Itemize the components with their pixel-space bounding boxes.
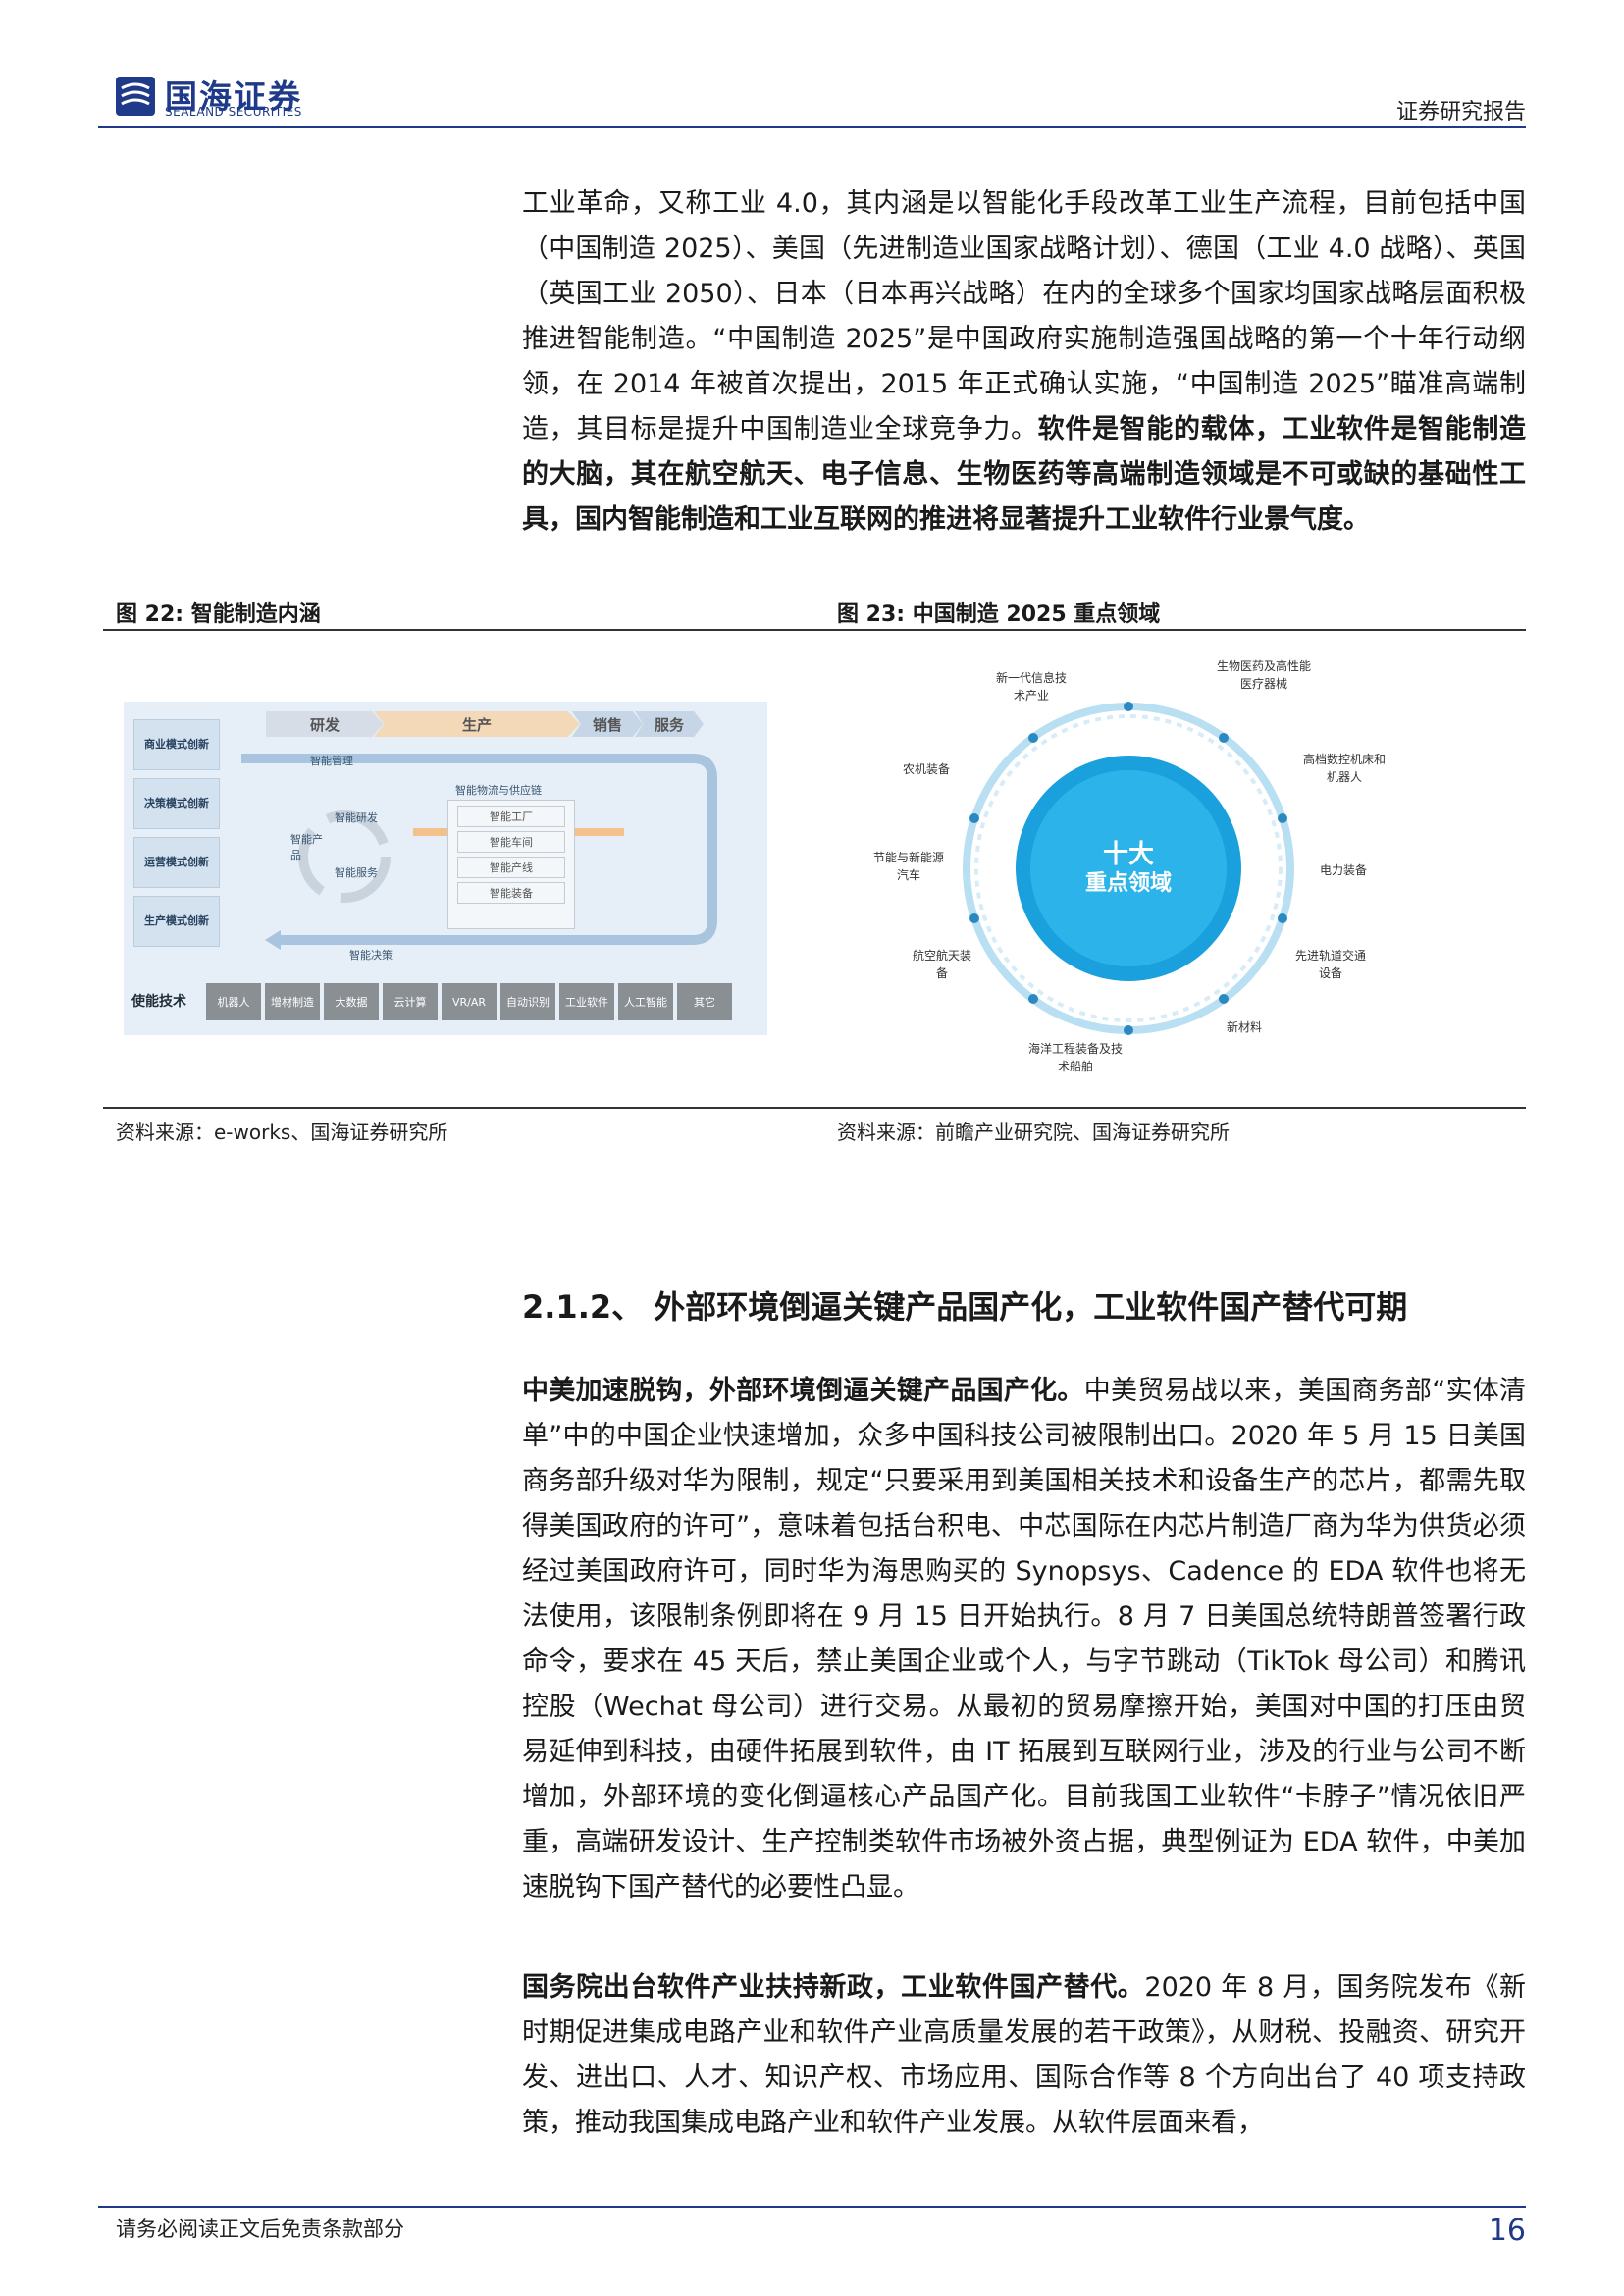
policy-bold-text: 国务院出台软件产业扶持新政，工业软件国产替代。 [522,1972,1145,2003]
row-label: 生产模式创新 [133,896,220,947]
factory-item: 智能产线 [457,857,565,878]
stage-chevron: 销售 [572,711,643,737]
factory-item: 智能车间 [457,831,565,853]
figure23-diagram: 十大 重点领域 新一代信息技术产业 生物医药及高性能医疗器械 高档数控机床和机器… [864,648,1413,1089]
policy-paragraph: 国务院出台软件产业扶持新政，工业软件国产替代。2020 年 8 月，国务院发布《… [522,1965,1526,2146]
tech-item: 机器人 [206,983,261,1020]
figure22-source: 资料来源：e-works、国海证券研究所 [116,1121,448,1144]
tech-label: 使能技术 [131,994,186,1010]
row-label: 商业模式创新 [133,719,220,770]
tech-item: 云计算 [383,983,438,1020]
footer-disclaimer: 请务必阅读正文后免责条款部分 [116,2218,404,2241]
decoupling-bold-text: 中美加速脱钩，外部环境倒逼关键产品国产化。 [522,1376,1084,1406]
tech-item: 自动识别 [500,983,555,1020]
factory-item: 智能工厂 [457,806,565,827]
domain-label: 节能与新能源汽车 [873,851,945,882]
figure22-caption: 图 22: 智能制造内涵 [116,602,321,627]
figure23-caption: 图 23: 中国制造 2025 重点领域 [837,602,1161,627]
decoupling-text: 中美贸易战以来，美国商务部“实体清单”中的中国企业快速增加，众多中国科技公司被限… [522,1376,1526,1903]
figure-top-rule [103,629,1526,631]
intro-text: 工业革命，又称工业 4.0，其内涵是以智能化手段改革工业生产流程，目前包括中国（… [522,188,1526,444]
tech-item: 人工智能 [618,983,673,1020]
page-number: 16 [1488,2214,1526,2248]
domain-label: 新一代信息技术产业 [996,671,1068,703]
factory-item: 智能装备 [457,882,565,904]
domain-label: 新材料 [1227,1020,1263,1034]
domain-label: 农机装备 [903,762,951,776]
tech-item: 其它 [677,983,732,1020]
stage-chevron: 研发 [266,711,384,737]
tech-item: 工业软件 [559,983,614,1020]
figure23-source: 资料来源：前瞻产业研究院、国海证券研究所 [837,1121,1230,1144]
supply-chain-label: 智能物流与供应链 [455,784,542,797]
figure22-diagram: 研发 生产 销售 服务 商业模式创新 决策模式创新 运营模式创新 生产模式创新 … [124,702,767,1035]
center-title: 十大 [1102,840,1154,869]
section-heading: 2.1.2、 外部环境倒逼关键产品国产化，工业软件国产替代可期 [522,1288,1408,1326]
center-item: 智能产品 [290,833,323,861]
tech-item: 增材制造 [265,983,320,1020]
header-divider [98,126,1526,128]
row-labels: 商业模式创新 决策模式创新 运营模式创新 生产模式创新 [133,719,220,950]
domain-label: 先进轨道交通设备 [1295,949,1367,980]
row-label: 运营模式创新 [133,837,220,888]
logo-text-en: SEALAND SECURITIES [165,105,302,119]
tech-bar: 使能技术 机器人 增材制造 大数据 云计算 VR/AR 自动识别 工业软件 人工… [128,981,761,1022]
row-label: 决策模式创新 [133,778,220,829]
domain-label: 航空航天装备 [913,949,972,980]
center-item: 智能服务 [335,866,378,879]
center-item: 智能研发 [335,811,378,824]
stage-chevron: 服务 [635,711,704,737]
report-type-label: 证券研究报告 [1395,100,1526,125]
mgmt-label: 智能管理 [310,755,353,767]
domain-label: 生物医药及高性能医疗器械 [1217,659,1312,691]
domain-label: 海洋工程装备及技术船舶 [1028,1042,1124,1073]
decoupling-paragraph: 中美加速脱钩，外部环境倒逼关键产品国产化。中美贸易战以来，美国商务部“实体清单”… [522,1369,1526,1910]
footer-divider [98,2206,1526,2208]
figure-bottom-rule [103,1107,1526,1109]
decision-label: 智能决策 [349,949,393,962]
sealand-logo-icon [116,77,155,116]
center-subtitle: 重点领域 [1084,871,1172,896]
domain-label: 高档数控机床和机器人 [1303,753,1387,784]
tech-item: VR/AR [442,983,497,1020]
tech-item: 大数据 [324,983,379,1020]
stage-chevron: 生产 [374,711,580,737]
domain-label: 电力装备 [1320,863,1368,877]
intro-paragraph: 工业革命，又称工业 4.0，其内涵是以智能化手段改革工业生产流程，目前包括中国（… [522,182,1526,543]
